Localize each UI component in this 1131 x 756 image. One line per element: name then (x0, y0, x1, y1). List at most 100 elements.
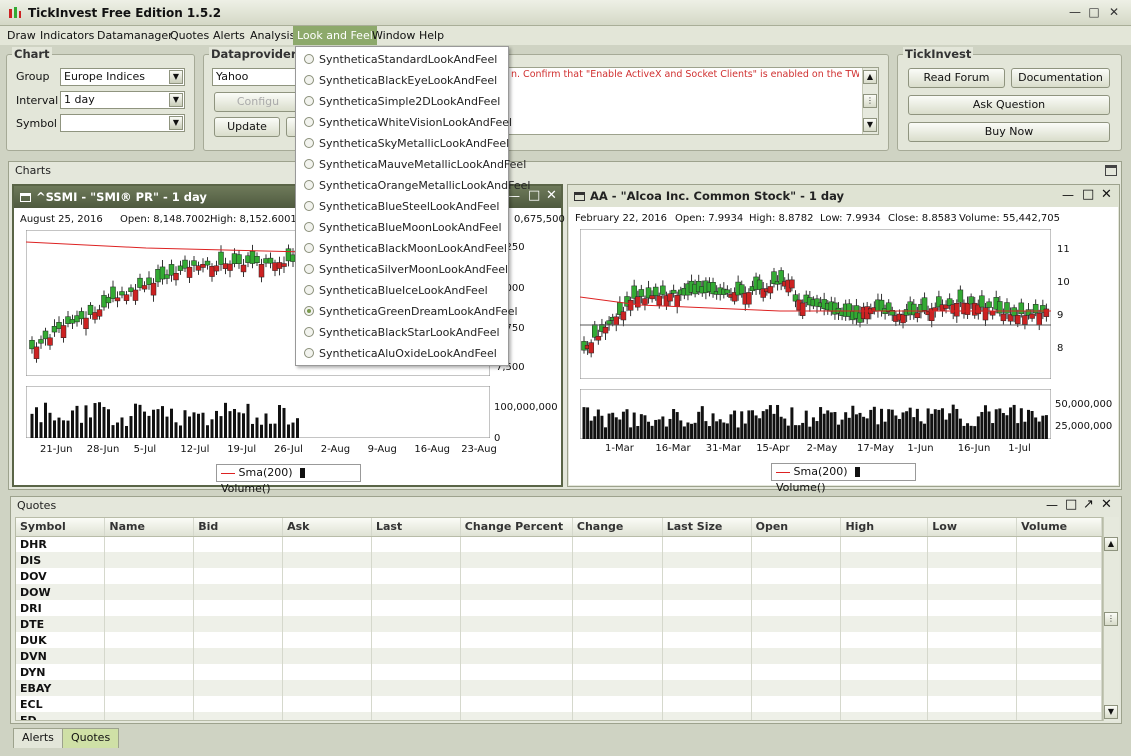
menu-analysis[interactable]: Analysis (246, 26, 299, 45)
table-cell[interactable] (282, 712, 372, 720)
table-cell[interactable] (572, 600, 663, 616)
minimize-icon[interactable]: — (1062, 188, 1074, 202)
maximize-icon[interactable]: □ (1065, 497, 1077, 512)
table-cell[interactable] (282, 680, 372, 696)
table-cell[interactable] (193, 648, 284, 664)
table-cell[interactable] (572, 696, 663, 712)
table-cell[interactable] (1016, 584, 1102, 600)
table-cell[interactable] (104, 712, 195, 720)
table-cell[interactable] (1016, 696, 1102, 712)
symbol-cell[interactable]: DYN (16, 664, 106, 680)
table-cell[interactable] (104, 664, 195, 680)
table-cell[interactable] (1016, 648, 1102, 664)
table-cell[interactable] (282, 584, 372, 600)
table-cell[interactable] (460, 648, 573, 664)
table-cell[interactable] (840, 664, 929, 680)
table-cell[interactable] (460, 536, 573, 552)
lookandfeel-item[interactable]: SyntheticaBlackEyeLookAndFeel (296, 70, 508, 91)
table-cell[interactable] (104, 648, 195, 664)
menu-alerts[interactable]: Alerts (209, 26, 249, 45)
table-cell[interactable] (371, 648, 461, 664)
lookandfeel-item[interactable]: SyntheticaBlackMoonLookAndFeel (296, 238, 508, 259)
table-cell[interactable] (104, 552, 195, 568)
documentation-button[interactable]: Documentation (1011, 68, 1110, 88)
table-row[interactable]: DOW (16, 584, 1102, 600)
table-cell[interactable] (662, 696, 752, 712)
table-cell[interactable] (1016, 664, 1102, 680)
table-cell[interactable] (460, 568, 573, 584)
symbol-cell[interactable]: ECL (16, 696, 106, 712)
table-row[interactable]: DHR (16, 536, 1102, 552)
symbol-cell[interactable]: DRI (16, 600, 106, 616)
scroll-down-icon[interactable]: ▼ (863, 118, 877, 132)
table-cell[interactable] (751, 680, 842, 696)
table-cell[interactable] (460, 632, 573, 648)
table-cell[interactable] (751, 552, 842, 568)
column-header[interactable]: Open (751, 518, 842, 537)
lookandfeel-item[interactable]: SyntheticaSimple2DLookAndFeel (296, 91, 508, 112)
table-cell[interactable] (1016, 552, 1102, 568)
table-cell[interactable] (751, 632, 842, 648)
table-cell[interactable] (282, 648, 372, 664)
column-header[interactable]: Name (104, 518, 195, 537)
lookandfeel-item[interactable]: SyntheticaBlackStarLookAndFeel (296, 322, 508, 343)
table-cell[interactable] (662, 648, 752, 664)
table-cell[interactable] (460, 600, 573, 616)
table-cell[interactable] (460, 664, 573, 680)
table-cell[interactable] (572, 664, 663, 680)
table-cell[interactable] (193, 616, 284, 632)
table-cell[interactable] (927, 712, 1018, 720)
interval-select[interactable]: 1 day ▼ (60, 91, 185, 109)
table-cell[interactable] (751, 536, 842, 552)
tab-alerts[interactable]: Alerts (13, 728, 63, 748)
menu-window[interactable]: Window (368, 26, 419, 45)
table-row[interactable]: DTE (16, 616, 1102, 632)
close-icon[interactable]: ✕ (1106, 5, 1122, 19)
maximize-icon[interactable]: □ (1086, 5, 1102, 19)
column-header[interactable]: Last Size (662, 518, 752, 537)
minimize-icon[interactable]: — (1046, 498, 1058, 512)
table-cell[interactable] (751, 696, 842, 712)
table-cell[interactable] (927, 536, 1018, 552)
table-cell[interactable] (104, 584, 195, 600)
table-cell[interactable] (927, 584, 1018, 600)
table-row[interactable]: ED (16, 712, 1102, 720)
column-header[interactable]: Symbol (16, 518, 106, 537)
table-cell[interactable] (840, 600, 929, 616)
close-icon[interactable]: ✕ (1101, 497, 1112, 512)
table-cell[interactable] (193, 696, 284, 712)
table-cell[interactable] (104, 680, 195, 696)
table-cell[interactable] (840, 696, 929, 712)
table-cell[interactable] (572, 584, 663, 600)
table-cell[interactable] (840, 616, 929, 632)
symbol-select[interactable]: ▼ (60, 114, 185, 132)
table-cell[interactable] (751, 712, 842, 720)
table-cell[interactable] (840, 712, 929, 720)
table-cell[interactable] (1016, 616, 1102, 632)
table-cell[interactable] (572, 552, 663, 568)
column-header[interactable]: Ask (282, 518, 372, 537)
table-cell[interactable] (751, 600, 842, 616)
table-cell[interactable] (840, 552, 929, 568)
table-cell[interactable] (572, 632, 663, 648)
table-cell[interactable] (1016, 632, 1102, 648)
symbol-cell[interactable]: DUK (16, 632, 106, 648)
column-header[interactable]: Change Percent (460, 518, 573, 537)
table-cell[interactable] (371, 616, 461, 632)
table-cell[interactable] (572, 568, 663, 584)
ask-question-button[interactable]: Ask Question (908, 95, 1110, 115)
ssmi-volume-plot[interactable] (26, 386, 490, 438)
symbol-cell[interactable]: ED (16, 712, 106, 720)
column-header[interactable]: Low (927, 518, 1018, 537)
table-cell[interactable] (193, 664, 284, 680)
aa-price-plot[interactable] (580, 229, 1051, 379)
menu-indicators[interactable]: Indicators (36, 26, 98, 45)
table-cell[interactable] (282, 568, 372, 584)
table-cell[interactable] (840, 632, 929, 648)
lookandfeel-item[interactable]: SyntheticaMauveMetallicLookAndFeel (296, 154, 526, 175)
table-cell[interactable] (371, 680, 461, 696)
table-cell[interactable] (104, 616, 195, 632)
table-cell[interactable] (662, 552, 752, 568)
quotes-scrollbar[interactable]: ▲ ⋮ ▼ (1103, 517, 1119, 721)
symbol-cell[interactable]: DTE (16, 616, 106, 632)
